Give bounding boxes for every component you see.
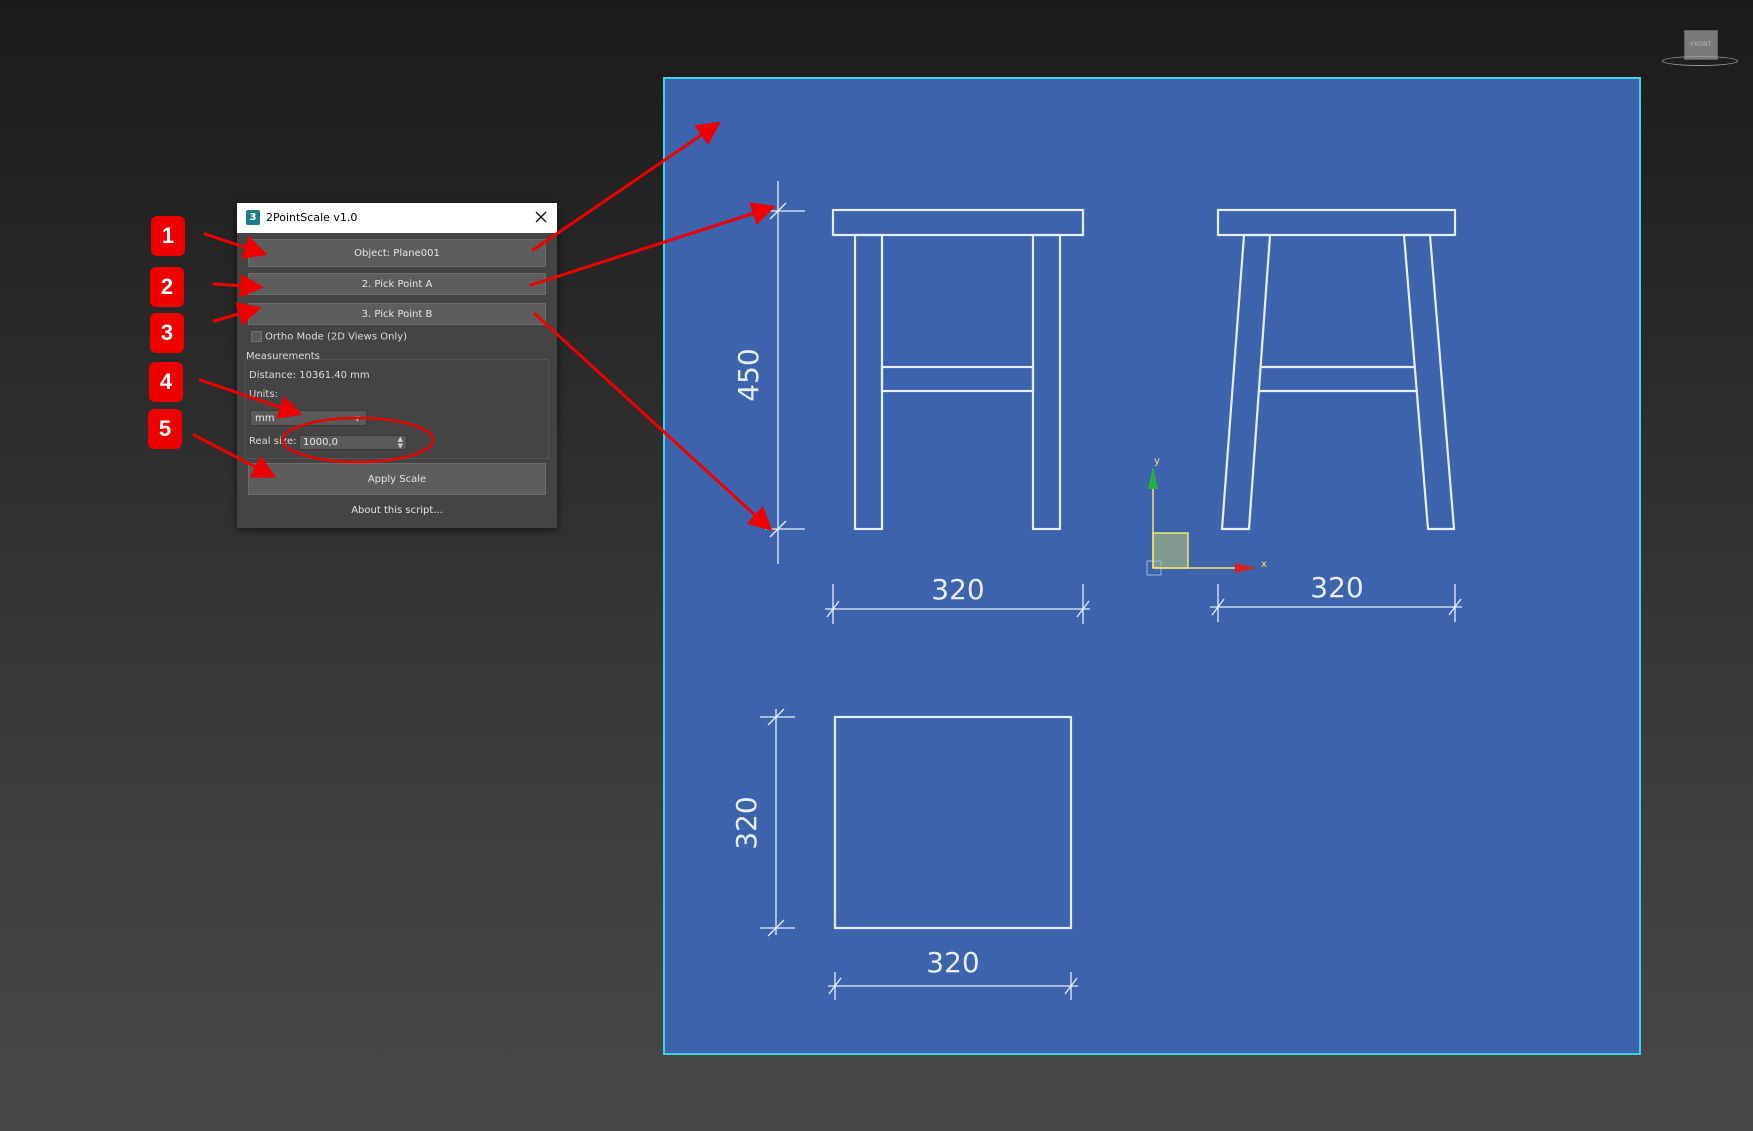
dim-front-width: 320 [931, 573, 984, 606]
front-leg-right [1031, 233, 1062, 531]
viewcube[interactable]: FRONT [1660, 26, 1740, 70]
dialog-titlebar[interactable]: 3 2PointScale v1.0 [237, 203, 557, 233]
about-link[interactable]: About this script... [237, 505, 557, 516]
close-button[interactable] [533, 209, 549, 225]
dim-side-width: 320 [1310, 571, 1363, 604]
app-icon: 3 [246, 210, 260, 225]
side-seat [1216, 208, 1457, 237]
blueprint-drawing: 450 320 320 320 320 x y [730, 181, 1462, 1000]
units-value: mm [255, 413, 275, 424]
viewcube-ring[interactable] [1662, 56, 1738, 66]
ortho-mode-checkbox[interactable] [251, 331, 262, 342]
real-size-value: 1000,0 [303, 437, 338, 448]
front-leg-left [853, 233, 884, 531]
units-dropdown[interactable]: mm ▼ [250, 410, 367, 426]
front-stretcher [880, 365, 1035, 393]
chevron-down-icon: ▼ [354, 415, 360, 423]
measurements-label: Measurements [246, 351, 320, 362]
spinner-arrows-icon[interactable]: ▲ ▼ [398, 436, 403, 450]
object-button[interactable]: Object: Plane001 [248, 239, 546, 267]
step-badge-2: 2 [150, 267, 184, 307]
front-seat [831, 208, 1085, 237]
side-leg-right [1402, 233, 1456, 531]
real-size-spinner[interactable]: 1000,0 ▲ ▼ [299, 435, 407, 450]
close-icon [535, 211, 547, 223]
step-badge-1: 1 [151, 216, 185, 256]
step-badge-5: 5 [148, 409, 182, 449]
distance-readout: Distance: 10361.40 mm [249, 370, 370, 381]
blueprint-plane[interactable]: 450 320 320 320 320 x y [663, 77, 1641, 1055]
two-point-scale-dialog: 3 2PointScale v1.0 Object: Plane001 2. P… [237, 203, 557, 528]
side-leg-left [1220, 233, 1272, 531]
dim-top-height: 320 [730, 796, 763, 849]
ortho-mode-row[interactable]: Ortho Mode (2D Views Only) [251, 331, 407, 343]
step-badge-3: 3 [150, 313, 184, 353]
dialog-title: 2PointScale v1.0 [266, 211, 358, 224]
step-badge-4: 4 [149, 362, 183, 402]
gizmo-x-label: x [1261, 559, 1267, 570]
dim-top-width: 320 [926, 946, 979, 979]
dim-front-height: 450 [732, 348, 765, 401]
gizmo-y-label: y [1154, 456, 1160, 467]
real-size-label: Real size: [249, 436, 297, 447]
pick-point-a-button[interactable]: 2. Pick Point A [248, 273, 546, 295]
top-view-square [833, 715, 1073, 930]
ortho-mode-label: Ortho Mode (2D Views Only) [265, 331, 408, 343]
apply-scale-button[interactable]: Apply Scale [248, 463, 546, 495]
pick-point-b-button[interactable]: 3. Pick Point B [248, 303, 546, 325]
units-label: Units: [249, 389, 278, 400]
